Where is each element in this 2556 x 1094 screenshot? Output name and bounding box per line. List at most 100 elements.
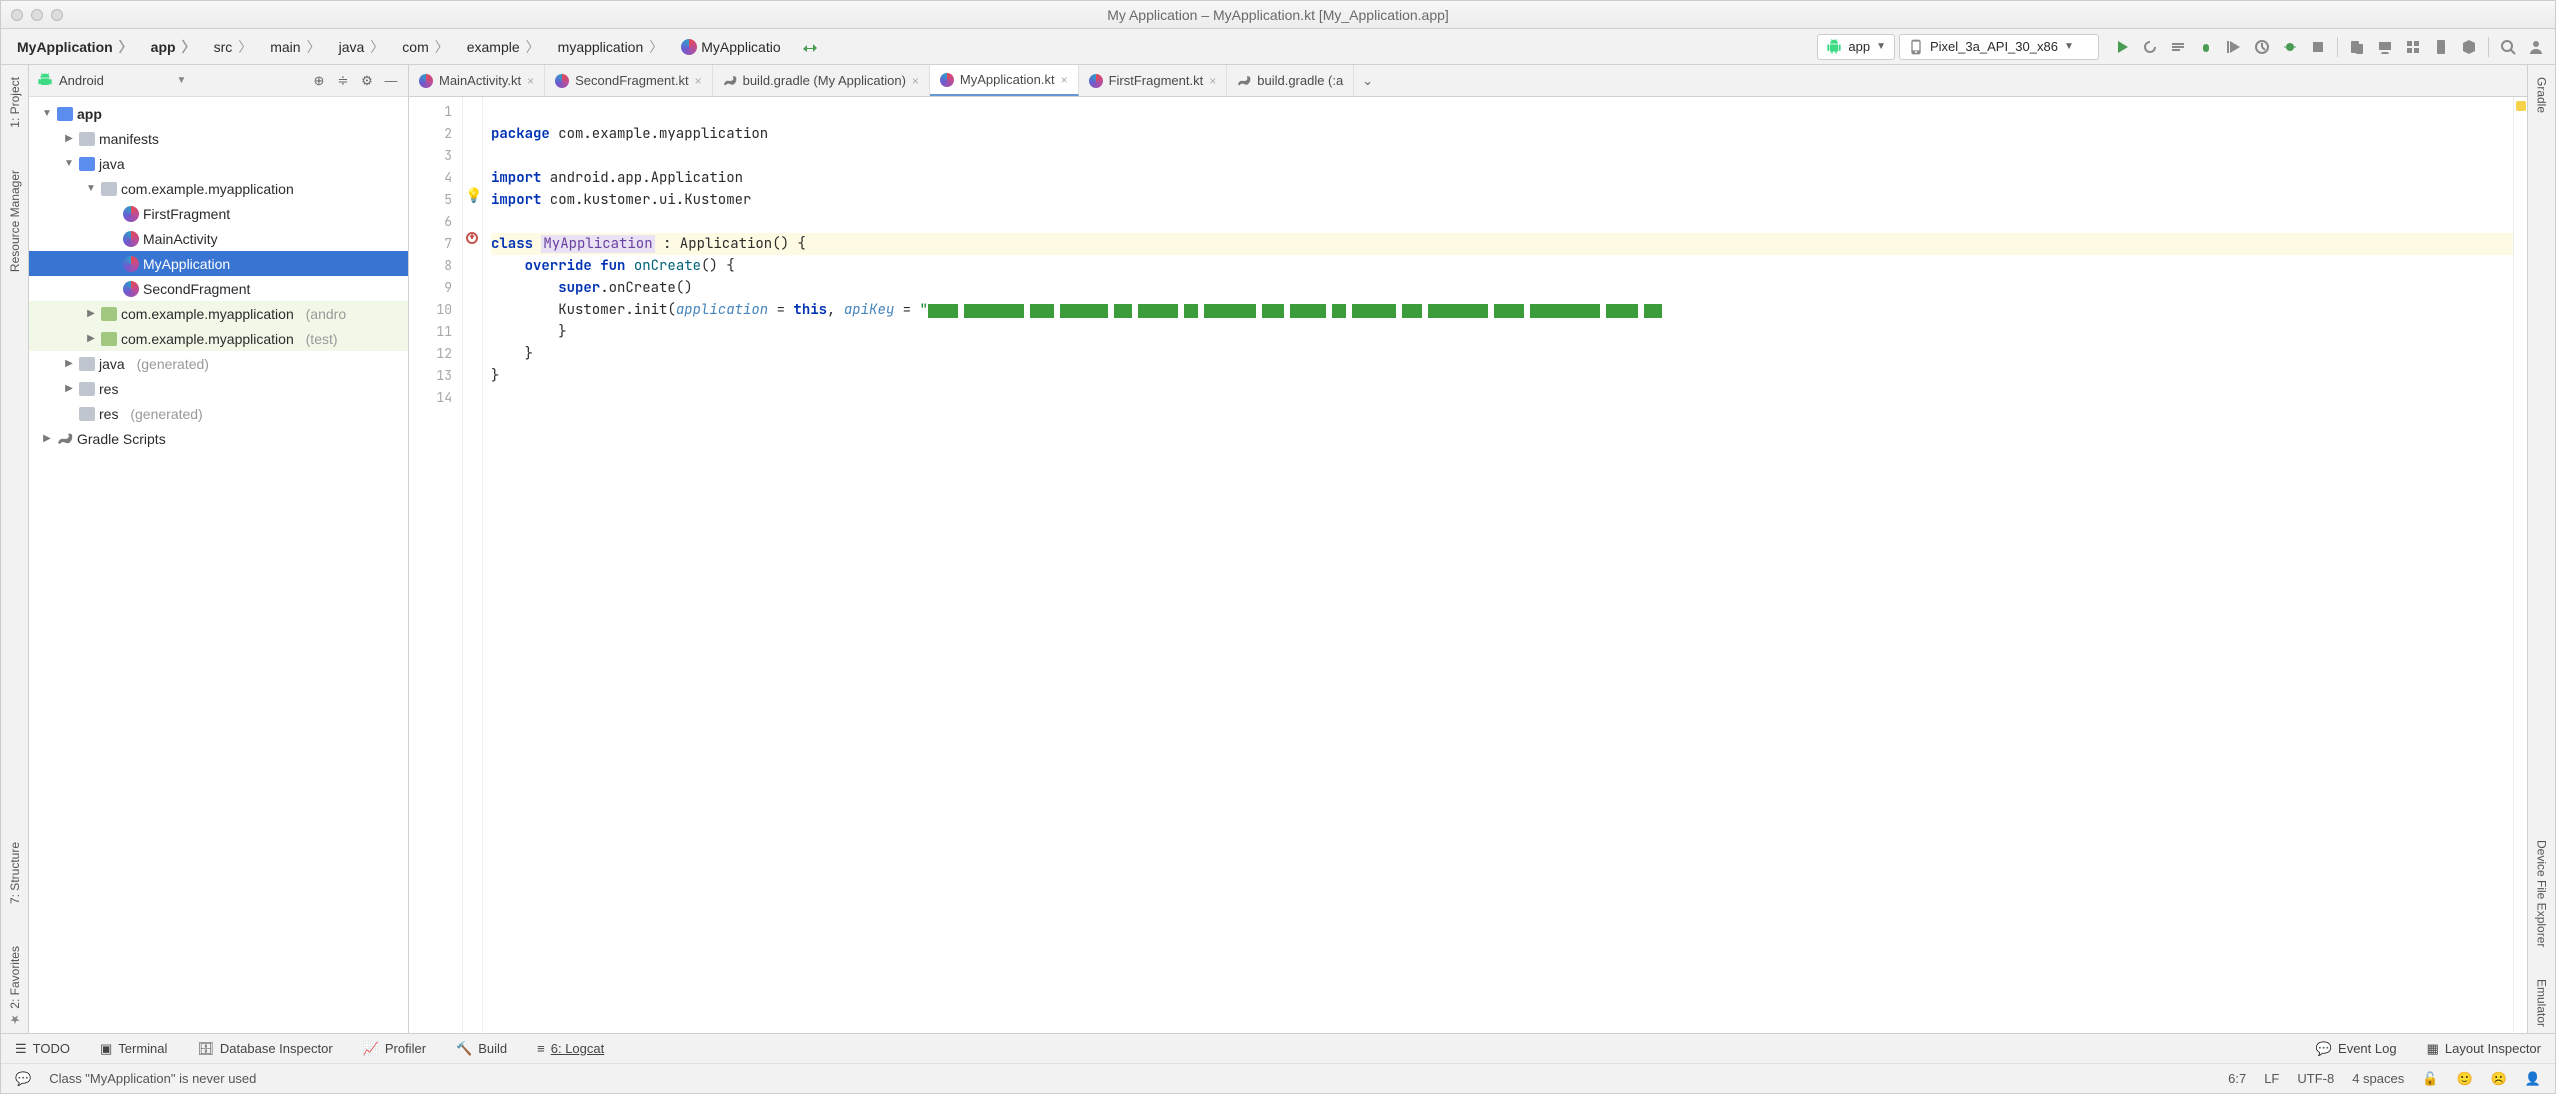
crumb-example[interactable]: example: [461, 35, 548, 59]
gutter-icons: 💡: [463, 97, 483, 1033]
debug-button[interactable]: [2197, 38, 2215, 56]
device-selector[interactable]: Pixel_3a_API_30_x86 ▼: [1899, 34, 2099, 60]
frown-icon[interactable]: ☹️: [2491, 1071, 2507, 1087]
tool-terminal[interactable]: ▣Terminal: [100, 1041, 167, 1057]
tool-layout-inspector[interactable]: ▦Layout Inspector: [2427, 1041, 2541, 1057]
cursor-pos[interactable]: 6:7: [2228, 1071, 2246, 1086]
crumb-project[interactable]: MyApplication: [11, 35, 141, 59]
tool-build[interactable]: 🔨Build: [456, 1041, 507, 1057]
tree-secondfragment[interactable]: SecondFragment: [29, 276, 408, 301]
kotlin-icon: [123, 256, 139, 272]
indent[interactable]: 4 spaces: [2352, 1071, 2404, 1086]
zoom-dot[interactable]: [51, 9, 63, 21]
min-dot[interactable]: [31, 9, 43, 21]
chevron-down-icon[interactable]: ▼: [177, 75, 187, 86]
project-view-mode[interactable]: Android: [59, 73, 171, 88]
tab-mainactivity[interactable]: MainActivity.kt×: [409, 65, 545, 96]
trooper-icon[interactable]: 👤: [2525, 1071, 2541, 1087]
code-text[interactable]: package com.example.myapplication import…: [483, 97, 2513, 1033]
search-icon[interactable]: [2499, 38, 2517, 56]
tool-todo[interactable]: ☰TODO: [15, 1041, 70, 1057]
status-bar: 💬 Class "MyApplication" is never used 6:…: [1, 1063, 2555, 1093]
device-manager-icon[interactable]: [2432, 38, 2450, 56]
crumb-main[interactable]: main: [264, 35, 328, 59]
resource-manager-icon[interactable]: [2404, 38, 2422, 56]
status-icon[interactable]: 💬: [15, 1071, 31, 1087]
tree-pkg[interactable]: ▼com.example.myapplication: [29, 176, 408, 201]
tool-db-inspector[interactable]: 🗄Database Inspector: [197, 1041, 332, 1057]
project-panel-header: Android ▼ ⊕ ≑ ⚙ —: [29, 65, 408, 97]
hide-icon[interactable]: —: [382, 72, 400, 90]
apply-code-icon[interactable]: [2169, 38, 2187, 56]
tool-device-file-explorer[interactable]: Device File Explorer: [2535, 834, 2549, 953]
filter-icon[interactable]: ≑: [334, 72, 352, 90]
tree-gradle-scripts[interactable]: ▶Gradle Scripts: [29, 426, 408, 451]
tree-res-gen[interactable]: res (generated): [29, 401, 408, 426]
profile-icon[interactable]: [2253, 38, 2271, 56]
tool-favorites[interactable]: 2: Favorites: [8, 940, 22, 1033]
run-button[interactable]: [2113, 38, 2131, 56]
editor[interactable]: 1234567891011121314 💡 package com.exampl…: [409, 97, 2527, 1033]
cube-icon[interactable]: [2460, 38, 2478, 56]
tree-res[interactable]: ▶res: [29, 376, 408, 401]
error-stripe[interactable]: [2513, 97, 2527, 1033]
package-icon: [101, 182, 117, 196]
run-config-selector[interactable]: app ▼: [1817, 34, 1895, 60]
window-controls[interactable]: [11, 9, 63, 21]
tool-emulator[interactable]: Emulator: [2535, 973, 2549, 1033]
crumb-pkg[interactable]: myapplication: [552, 35, 672, 59]
tool-gradle[interactable]: Gradle: [2535, 71, 2549, 119]
tabs-overflow[interactable]: ⌄: [1354, 65, 1381, 96]
line-ending[interactable]: LF: [2264, 1071, 2279, 1086]
tool-logcat[interactable]: ≡6: Logcat: [537, 1041, 604, 1056]
sdk-manager-icon[interactable]: [2376, 38, 2394, 56]
sync-icon[interactable]: [801, 38, 819, 56]
user-icon[interactable]: [2527, 38, 2545, 56]
tree-java[interactable]: ▼java: [29, 151, 408, 176]
tree-myapplication[interactable]: MyApplication: [29, 251, 408, 276]
inspection-indicator[interactable]: [2516, 101, 2526, 111]
gear-icon[interactable]: ⚙: [358, 72, 376, 90]
tool-project[interactable]: 1: Project: [8, 71, 22, 134]
module-icon: [57, 107, 73, 121]
stop-button[interactable]: [2309, 38, 2327, 56]
tab-myapplication[interactable]: MyApplication.kt×: [930, 65, 1079, 96]
tab-build-gradle-app[interactable]: build.gradle (:a: [1227, 65, 1354, 96]
avd-manager-icon[interactable]: [2348, 38, 2366, 56]
tree-mainactivity[interactable]: MainActivity: [29, 226, 408, 251]
crumb-java[interactable]: java: [333, 35, 393, 59]
tool-resource-manager[interactable]: Resource Manager: [8, 164, 22, 278]
tree-manifests[interactable]: ▶manifests: [29, 126, 408, 151]
apply-changes-icon[interactable]: [2141, 38, 2159, 56]
close-icon[interactable]: ×: [912, 74, 919, 88]
target-icon[interactable]: ⊕: [310, 72, 328, 90]
tree-firstfragment[interactable]: FirstFragment: [29, 201, 408, 226]
lightbulb-icon[interactable]: 💡: [465, 187, 482, 204]
tool-profiler[interactable]: 📈Profiler: [363, 1041, 426, 1057]
tree-pkg-androidtest[interactable]: ▶com.example.myapplication (andro: [29, 301, 408, 326]
crumb-src[interactable]: src: [208, 35, 261, 59]
attach-debugger-icon[interactable]: [2281, 38, 2299, 56]
close-icon[interactable]: ×: [1061, 73, 1068, 87]
tree-pkg-test[interactable]: ▶com.example.myapplication (test): [29, 326, 408, 351]
close-icon[interactable]: ×: [1209, 74, 1216, 88]
crumb-file[interactable]: MyApplicatio: [675, 37, 786, 57]
coverage-icon[interactable]: [2225, 38, 2243, 56]
tab-firstfragment[interactable]: FirstFragment.kt×: [1079, 65, 1228, 96]
tool-event-log[interactable]: 💬Event Log: [2316, 1041, 2397, 1057]
tool-structure[interactable]: 7: Structure: [8, 836, 22, 910]
lock-icon[interactable]: 🔓: [2422, 1071, 2438, 1087]
override-icon[interactable]: [465, 231, 479, 245]
crumb-app[interactable]: app: [145, 35, 204, 59]
close-icon[interactable]: ×: [527, 74, 534, 88]
tree-app[interactable]: ▼app: [29, 101, 408, 126]
close-icon[interactable]: ×: [695, 74, 702, 88]
smile-icon[interactable]: 🙂: [2456, 1071, 2472, 1087]
close-dot[interactable]: [11, 9, 23, 21]
encoding[interactable]: UTF-8: [2297, 1071, 2334, 1086]
project-tree[interactable]: ▼app ▶manifests ▼java ▼com.example.myapp…: [29, 97, 408, 1033]
tab-secondfragment[interactable]: SecondFragment.kt×: [545, 65, 712, 96]
crumb-com[interactable]: com: [396, 35, 456, 59]
tree-java-gen[interactable]: ▶java (generated): [29, 351, 408, 376]
tab-build-gradle-root[interactable]: build.gradle (My Application)×: [713, 65, 930, 96]
